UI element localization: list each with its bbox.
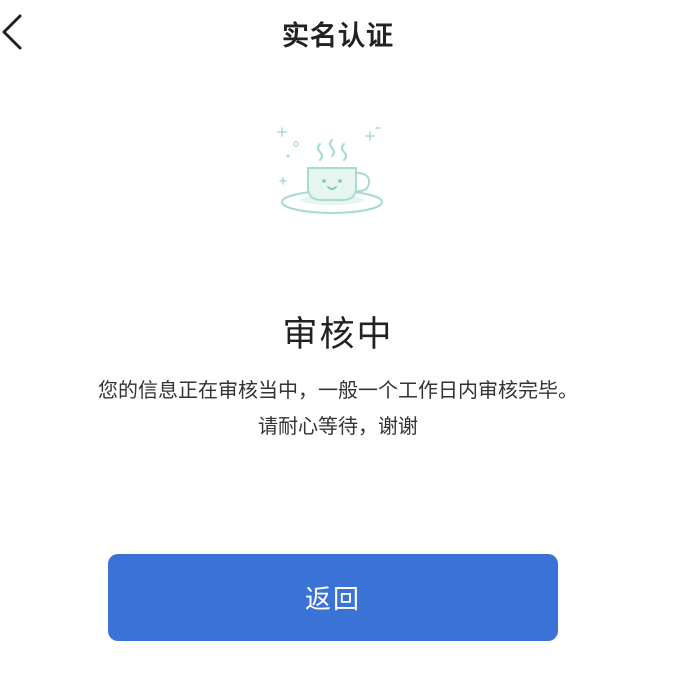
status-message: 您的信息正在审核当中，一般一个工作日内审核完毕。 请耐心等待，谢谢 [0,372,676,444]
status-title: 审核中 [282,315,394,355]
return-button[interactable]: 返回 [108,554,558,641]
page-title: 实名认证 [282,21,394,52]
status-message-line-2: 请耐心等待，谢谢 [258,414,418,438]
coffee-cup-icon [270,118,390,224]
status-message-line-1: 您的信息正在审核当中，一般一个工作日内审核完毕。 [98,378,578,402]
